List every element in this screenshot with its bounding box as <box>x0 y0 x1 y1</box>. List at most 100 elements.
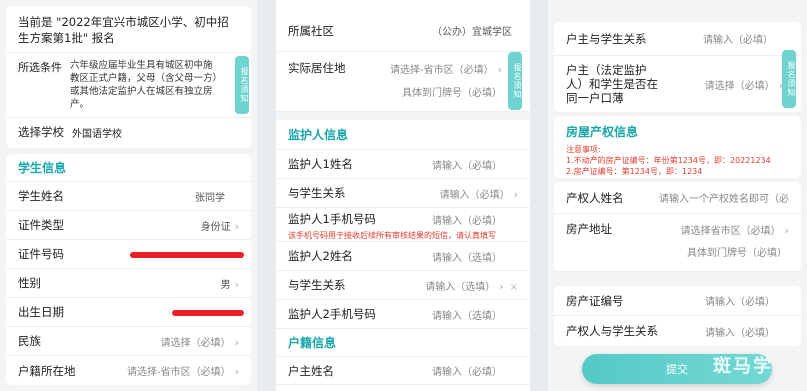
g1-phone-input[interactable]: 请输入（必填） <box>432 212 502 227</box>
same-hukou-label: 户主（法定监护人）和学生是否在同一户口薄 <box>566 63 658 105</box>
g1-phone-block: 监护人1手机号码 请输入（必填） 该手机号码用于接收后续所有审核结果的短信，请认… <box>276 208 530 242</box>
student-section-title: 学生信息 <box>6 154 251 182</box>
id-number-row[interactable]: 证件号码 <box>6 240 251 269</box>
residence-value: 请选择-省市区（必填） <box>389 64 494 76</box>
owner-name-input[interactable]: 请输入一个产权姓名即可（必 <box>659 190 789 205</box>
community-row: 所属社区 （公办）宜城学区 <box>276 10 530 52</box>
chevron-right-icon: › <box>234 365 239 378</box>
chevron-right-icon: › <box>513 187 518 201</box>
panel-guardian: 所属社区 （公办）宜城学区 实际居住地 请选择-省市区（必填） › 具体到门牌号（… <box>276 0 530 391</box>
school-value: 外国语学校 <box>72 128 122 140</box>
ethnicity-row[interactable]: 民族 请选择（必填） › <box>6 327 251 356</box>
same-hukou-row[interactable]: 户主（法定监护人）和学生是否在同一户口薄 请选择（必填） › <box>554 56 801 112</box>
cert-card: 房产证编号 请输入（必填） 产权人与学生关系 请输入（必填） <box>554 286 801 346</box>
property-section-title: 房屋产权信息 <box>566 124 639 139</box>
current-scheme-title: 当前是 "2022年宜兴市城区小学、初中招生方案第1批" 报名 <box>6 6 251 53</box>
same-hukou-select[interactable]: 请选择（必填） <box>705 81 775 92</box>
panel-property: 户主与学生关系 请输入（必填） 户主（法定监护人）和学生是否在同一户口薄 请选择… <box>548 0 807 391</box>
huji-location-label: 户籍所在地 <box>18 363 76 378</box>
student-name-value: 张同学 <box>195 192 225 204</box>
residence-detail[interactable]: 具体到门牌号（必填） <box>276 84 530 99</box>
g2-name-input[interactable]: 请输入（选填） <box>432 249 502 264</box>
huzhu-relation-row[interactable]: 户主与学生关系 请输入（必填） <box>554 22 801 56</box>
community-label: 所属社区 <box>288 23 334 38</box>
g2-name-row[interactable]: 监护人2姓名 请输入（选填） <box>276 242 530 271</box>
g1-relation-input[interactable]: 请输入（必填） <box>440 190 510 201</box>
condition-text: 六年级应届毕业生具有城区初中施教区正式户籍，父母（含父母一方）或其他法定监护人在… <box>70 60 218 110</box>
cert-number-label: 房产证编号 <box>566 293 624 308</box>
g1-name-label: 监护人1姓名 <box>288 157 353 171</box>
g1-name-row[interactable]: 监护人1姓名 请输入（必填） <box>276 150 530 179</box>
g2-relation-row[interactable]: 与学生关系 请输入（选填） › × <box>276 271 530 300</box>
id-type-value: 身份证 <box>200 221 231 233</box>
ethnicity-value: 请选择（必填） <box>160 337 231 349</box>
cert-number-row[interactable]: 房产证编号 请输入（必填） <box>554 286 801 316</box>
watermark-logo: 斑马学 <box>713 356 773 377</box>
phone-note: 该手机号码用于接收后续所有审核结果的短信，请认真填写 <box>288 231 496 240</box>
chevron-right-icon: › <box>234 335 239 349</box>
huzhu-name-input[interactable]: 请输入（必填） <box>432 363 502 378</box>
note-title: 注意事项: <box>566 145 601 154</box>
g2-phone-label: 监护人2手机号码 <box>288 307 376 321</box>
gender-row[interactable]: 性别 男 › <box>6 269 251 298</box>
g1-name-input[interactable]: 请输入（必填） <box>432 157 502 172</box>
g2-relation-label: 与学生关系 <box>288 278 346 292</box>
owner-relation-row[interactable]: 产权人与学生关系 请输入（必填） <box>554 316 801 346</box>
g1-phone-label: 监护人1手机号码 <box>288 212 376 226</box>
residence-block[interactable]: 实际居住地 请选择-省市区（必填） › 具体到门牌号（必填） <box>276 52 530 112</box>
clear-icon[interactable]: × <box>510 282 518 293</box>
huji-location-value: 请选择-省市区（必填） <box>126 367 231 378</box>
g1-relation-label: 与学生关系 <box>288 186 346 200</box>
owner-relation-input[interactable]: 请输入（必填） <box>705 324 775 339</box>
student-info-card: 学生信息 学生姓名 张同学 证件类型 身份证 › 证件号码 性别 男 › 出生日期 … <box>6 154 251 385</box>
id-type-label: 证件类型 <box>18 218 64 232</box>
condition-row: 所选条件 六年级应届毕业生具有城区初中施教区正式户籍，父母（含父母一方）或其他法… <box>6 53 251 118</box>
birth-date-label: 出生日期 <box>18 305 64 319</box>
huzhu-name-label: 户主姓名 <box>288 363 334 378</box>
student-name-label: 学生姓名 <box>18 189 64 203</box>
huzhu-name-row[interactable]: 户主姓名 请输入（必填） <box>276 357 530 385</box>
school-label: 选择学校 <box>18 125 64 139</box>
property-card: 房屋产权信息 注意事项: 1.不动产的房产证编号：年份第1234号，即：2022… <box>554 116 801 178</box>
owner-name-label: 产权人姓名 <box>566 190 624 205</box>
redacted-birth-date <box>172 310 244 316</box>
property-address-detail[interactable]: 具体到门牌号（必填） <box>554 244 801 259</box>
huzhu-card: 户主与学生关系 请输入（必填） 户主（法定监护人）和学生是否在同一户口薄 请选择… <box>554 22 801 112</box>
g2-relation-input[interactable]: 请输入（选填） <box>425 282 495 293</box>
birth-date-row[interactable]: 出生日期 <box>6 298 251 327</box>
g2-phone-input[interactable]: 请输入（选填） <box>432 307 502 322</box>
notice-tab[interactable]: 报名须知 <box>782 50 796 108</box>
chevron-right-icon: › <box>497 62 502 76</box>
chevron-right-icon: › <box>784 223 789 237</box>
huji-section-title: 户籍信息 <box>276 329 530 357</box>
property-address-label: 房产地址 <box>566 222 612 236</box>
scheme-card: 当前是 "2022年宜兴市城区小学、初中招生方案第1批" 报名 所选条件 六年级… <box>6 6 251 148</box>
cert-number-input[interactable]: 请输入（必填） <box>705 293 775 308</box>
huzhu-relation-input[interactable]: 请输入（必填） <box>703 31 773 46</box>
ethnicity-label: 民族 <box>18 334 41 348</box>
property-address-block[interactable]: 房产地址 请选择省市区（必填） › 具体到门牌号（必填） <box>554 214 801 272</box>
property-address-select[interactable]: 请选择省市区（必填） <box>681 226 781 237</box>
guardian-section-title: 监护人信息 <box>276 120 530 150</box>
property-form-card: 产权人姓名 请输入一个产权姓名即可（必 房产地址 请选择省市区（必填） › 具体到… <box>554 182 801 272</box>
gender-value: 男 <box>220 279 231 291</box>
chevron-right-icon: › <box>499 279 504 293</box>
notice-tab[interactable]: 报名须知 <box>235 56 249 114</box>
id-type-row[interactable]: 证件类型 身份证 › <box>6 211 251 240</box>
redacted-id-number <box>130 252 244 258</box>
id-number-label: 证件号码 <box>18 247 64 261</box>
student-name-row[interactable]: 学生姓名 张同学 <box>6 182 251 211</box>
panel-student: 当前是 "2022年宜兴市城区小学、初中招生方案第1批" 报名 所选条件 六年级… <box>0 0 257 391</box>
chevron-right-icon: › <box>234 277 239 291</box>
school-row[interactable]: 选择学校 外国语学校 <box>6 118 251 146</box>
huji-location-row[interactable]: 户籍所在地 请选择-省市区（必填） › <box>6 356 251 385</box>
owner-name-row[interactable]: 产权人姓名 请输入一个产权姓名即可（必 <box>554 182 801 214</box>
note-line-1: 1.不动产的房产证编号：年份第1234号，即：20221234 <box>566 156 771 165</box>
g1-relation-row[interactable]: 与学生关系 请输入（必填） › <box>276 179 530 208</box>
notice-tab[interactable]: 报名须知 <box>508 52 522 110</box>
g2-phone-row[interactable]: 监护人2手机号码 请输入（选填） <box>276 300 530 329</box>
chevron-right-icon: › <box>234 219 239 233</box>
condition-label: 所选条件 <box>18 61 62 74</box>
community-value: （公办）宜城学区 <box>432 27 512 38</box>
owner-relation-label: 产权人与学生关系 <box>566 324 658 338</box>
